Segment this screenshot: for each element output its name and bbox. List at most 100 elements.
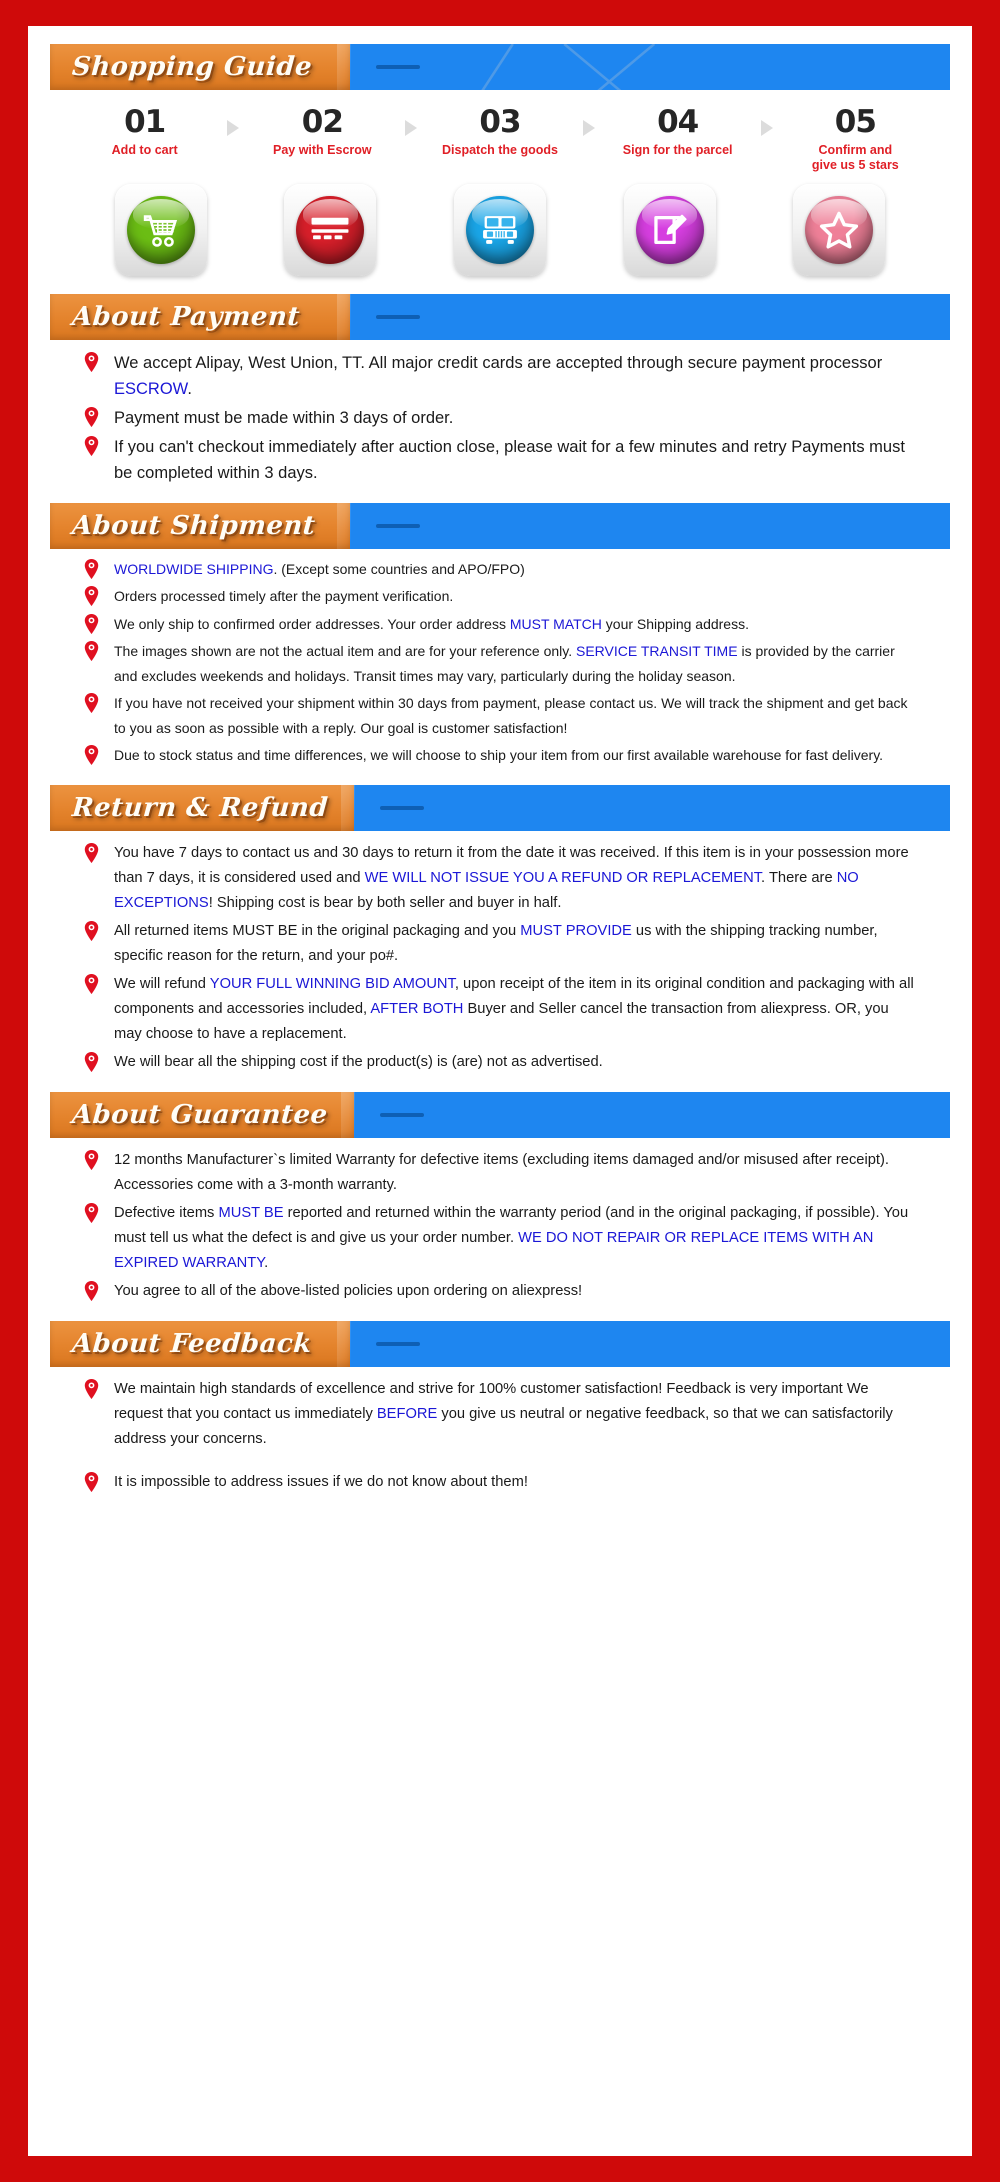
body-text: Defective items xyxy=(114,1204,219,1221)
section-title: About Shipment xyxy=(70,510,317,541)
step-04: 04 Sign for the parcel xyxy=(609,106,746,158)
body-text: ! Shipping cost is bear by both seller a… xyxy=(208,894,562,911)
section-title: Shopping Guide xyxy=(70,52,314,82)
list-item: The images shown are not the actual item… xyxy=(80,639,920,688)
section-tab: Return & Refund xyxy=(50,784,356,831)
list-item: 12 months Manufacturer`s limited Warrant… xyxy=(80,1148,920,1198)
body-text: You agree to all of the above-listed pol… xyxy=(114,1282,583,1299)
section-tab: About Guarantee xyxy=(50,1091,355,1138)
sign-document-icon xyxy=(635,195,704,264)
highlight-text[interactable]: ESCROW xyxy=(114,380,187,398)
icon-tile-credit-card[interactable] xyxy=(284,183,377,276)
highlight-text[interactable]: MUST MATCH xyxy=(510,616,602,632)
body-text: We will bear all the shipping cost if th… xyxy=(114,1053,603,1070)
list-item: You have 7 days to contact us and 30 day… xyxy=(80,841,920,916)
page-inner: Shopping Guide 01 Add to cart 02 Pay with E… xyxy=(28,26,972,1522)
step-label: Add to cart xyxy=(111,142,178,157)
body-text: We accept Alipay, West Union, TT. All ma… xyxy=(114,353,883,372)
body-text: If you can't checkout immediately after … xyxy=(114,437,905,482)
list-item: We only ship to confirmed order addresse… xyxy=(80,612,920,637)
credit-card-icon xyxy=(296,195,365,264)
step-01: 01 Add to cart xyxy=(76,106,213,158)
body-text: . xyxy=(187,379,192,398)
body-text: . (Except some countries and APO/FPO) xyxy=(273,560,525,577)
step-number: 02 xyxy=(301,104,344,140)
header-dash xyxy=(376,314,420,319)
highlight-text[interactable]: MUST BE xyxy=(218,1205,283,1221)
step-arrow-icon xyxy=(391,120,431,139)
section-tab: Shopping Guide xyxy=(50,44,351,90)
section-body-returns: You have 7 days to contact us and 30 day… xyxy=(50,831,950,1092)
step-arrow-icon xyxy=(746,120,786,139)
pin-bullet-icon xyxy=(84,693,99,714)
section-body-shipment: WORLDWIDE SHIPPING. (Except some countri… xyxy=(50,549,950,785)
icons-row xyxy=(50,178,950,294)
highlight-text[interactable]: AFTER BOTH xyxy=(370,1001,463,1017)
list-item: If you have not received your shipment w… xyxy=(80,691,920,740)
section-header-about-guarantee: About Guarantee xyxy=(50,1091,950,1138)
body-text: We only ship to confirmed order addresse… xyxy=(114,615,510,632)
icon-tile-delivery-truck[interactable] xyxy=(453,183,546,276)
step-number: 01 xyxy=(124,104,166,140)
list-item: It is impossible to address issues if we… xyxy=(80,1470,920,1495)
body-text: your Shipping address. xyxy=(601,615,749,632)
body-text: . xyxy=(264,1254,269,1271)
step-label: Pay with Escrow xyxy=(272,142,372,157)
highlight-text[interactable]: SERVICE TRANSIT TIME xyxy=(576,643,738,659)
pin-bullet-icon xyxy=(84,1471,99,1492)
step-label: Sign for the parcel xyxy=(622,142,733,157)
icon-tile-sign-document[interactable] xyxy=(623,183,716,276)
section-body-feedback: We maintain high standards of excellence… xyxy=(50,1367,950,1512)
header-dash xyxy=(376,65,420,69)
payment-list: We accept Alipay, West Union, TT. All ma… xyxy=(80,350,920,486)
feedback-list: We maintain high standards of excellence… xyxy=(80,1377,920,1495)
body-text: It is impossible to address issues if we… xyxy=(114,1473,528,1490)
section-tab: About Feedback xyxy=(50,1320,351,1367)
body-text: Payment must be made within 3 days of or… xyxy=(114,408,454,427)
pin-bullet-icon xyxy=(84,435,99,456)
icon-tile-shopping-cart[interactable] xyxy=(114,183,207,276)
section-header-shopping-guide: Shopping Guide xyxy=(50,44,950,90)
step-arrow-icon xyxy=(213,120,253,139)
header-dash xyxy=(376,523,420,528)
list-item: We will refund YOUR FULL WINNING BID AMO… xyxy=(80,972,920,1047)
icon-tile-star-rating[interactable] xyxy=(793,183,886,276)
section-header-about-feedback: About Feedback xyxy=(50,1320,950,1367)
pin-bullet-icon xyxy=(84,1051,99,1072)
returns-list: You have 7 days to contact us and 30 day… xyxy=(80,841,920,1075)
pin-bullet-icon xyxy=(84,1149,99,1170)
pin-bullet-icon xyxy=(84,920,99,941)
section-title: About Feedback xyxy=(70,1328,313,1359)
pin-bullet-icon xyxy=(84,351,99,372)
body-text: If you have not received your shipment w… xyxy=(114,695,908,736)
pin-bullet-icon xyxy=(84,586,99,607)
section-tab: About Shipment xyxy=(50,502,351,549)
list-item: Orders processed timely after the paymen… xyxy=(80,584,920,609)
step-number: 05 xyxy=(834,104,877,140)
highlight-text[interactable]: BEFORE xyxy=(377,1406,437,1422)
step-03: 03 Dispatch the goods xyxy=(431,106,568,158)
pin-bullet-icon xyxy=(84,613,99,634)
pin-bullet-icon xyxy=(84,973,99,994)
body-text: The images shown are not the actual item… xyxy=(114,643,576,660)
highlight-text[interactable]: WE WILL NOT ISSUE YOU A REFUND OR REPLAC… xyxy=(365,870,761,886)
body-text: . There are xyxy=(761,869,837,886)
section-header-return-refund: Return & Refund xyxy=(50,784,950,831)
list-item: You agree to all of the above-listed pol… xyxy=(80,1279,920,1304)
list-item: We will bear all the shipping cost if th… xyxy=(80,1050,920,1075)
shopping-cart-icon xyxy=(126,195,195,264)
pin-bullet-icon xyxy=(84,1202,99,1223)
pin-bullet-icon xyxy=(84,745,99,766)
highlight-text[interactable]: YOUR FULL WINNING BID AMOUNT xyxy=(210,976,455,992)
steps-row: 01 Add to cart 02 Pay with Escrow 03 Dispatch… xyxy=(50,90,950,178)
step-02: 02 Pay with Escrow xyxy=(254,106,391,158)
highlight-text[interactable]: WORLDWIDE SHIPPING xyxy=(114,561,273,577)
body-text: All returned items MUST BE in the origin… xyxy=(114,922,521,939)
shipment-list: WORLDWIDE SHIPPING. (Except some countri… xyxy=(80,557,920,768)
step-05: 05 Confirm and give us 5 stars xyxy=(787,106,924,174)
header-dash xyxy=(379,1112,424,1117)
delivery-truck-icon xyxy=(465,195,534,264)
list-item: We accept Alipay, West Union, TT. All ma… xyxy=(80,350,920,402)
list-item: Defective items MUST BE reported and ret… xyxy=(80,1201,920,1276)
highlight-text[interactable]: MUST PROVIDE xyxy=(520,923,632,939)
